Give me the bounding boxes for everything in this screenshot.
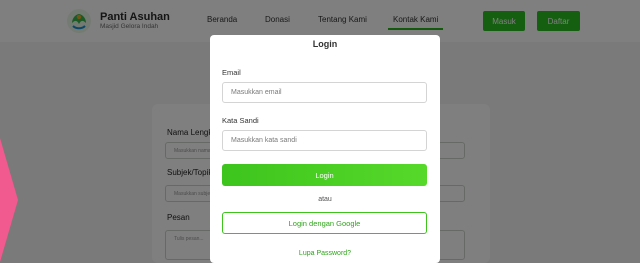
login-modal: Login Email Masukkan email Kata Sandi Ma… [210, 35, 440, 263]
google-login-button[interactable]: Login dengan Google [222, 212, 427, 234]
email-label: Email [222, 68, 241, 77]
login-button[interactable]: Login [222, 164, 427, 186]
email-field[interactable]: Masukkan email [222, 82, 427, 103]
password-field[interactable]: Masukkan kata sandi [222, 130, 427, 151]
decorative-pink-shape [0, 138, 18, 262]
or-divider: atau [318, 196, 332, 203]
forgot-password-link[interactable]: Lupa Password? [210, 250, 440, 257]
modal-title: Login [312, 39, 338, 49]
password-label: Kata Sandi [222, 116, 259, 125]
